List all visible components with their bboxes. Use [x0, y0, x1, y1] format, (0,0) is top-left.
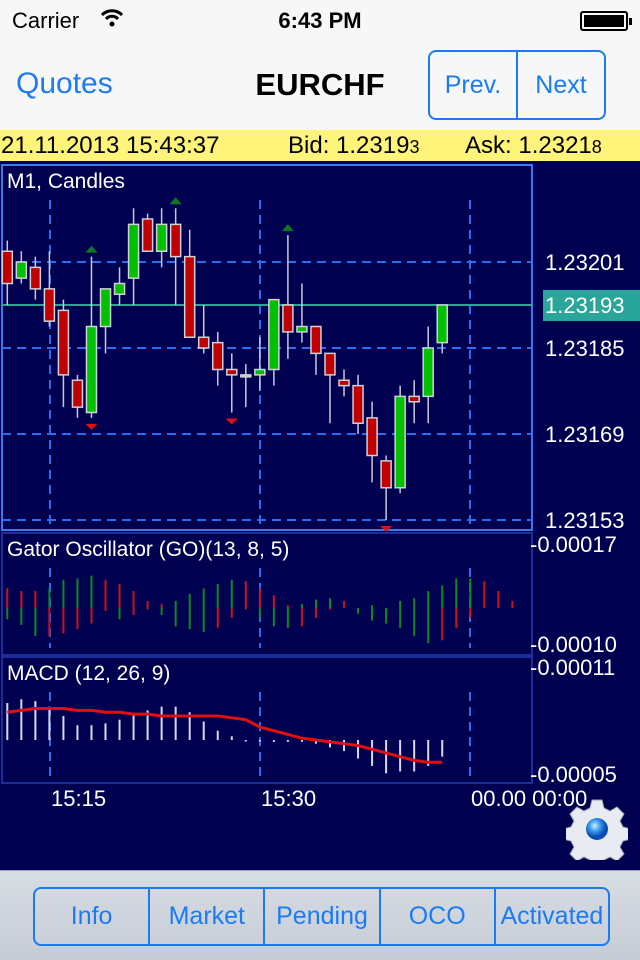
time-tick: 15:15	[51, 786, 107, 811]
candle-body	[240, 374, 252, 378]
candle-body	[197, 336, 210, 349]
next-button[interactable]: Next	[516, 52, 604, 118]
tab-market[interactable]: Market	[148, 889, 263, 944]
tab-pending[interactable]: Pending	[263, 889, 378, 944]
candle-body	[268, 298, 280, 371]
main-panel-title: M1, Candles	[7, 170, 125, 193]
candle-body	[408, 395, 420, 403]
price-tick: 1.23153	[545, 508, 625, 533]
candle-body	[338, 379, 350, 387]
fractal-up-arrow	[281, 224, 294, 232]
candle-body	[1, 250, 14, 285]
candle-body	[99, 288, 112, 328]
battery-icon	[580, 11, 632, 31]
candle-body	[155, 223, 168, 252]
price-tick: 1.23201	[545, 250, 625, 275]
tab-activated[interactable]: Activated	[493, 889, 608, 944]
candle-body	[85, 325, 98, 414]
candle-body	[183, 255, 196, 338]
ask-price: Ask: 1.23218	[465, 132, 602, 160]
candle-body	[296, 325, 308, 333]
tab-oco[interactable]: OCO	[378, 889, 494, 944]
quotes-back-button[interactable]: Quotes	[16, 67, 113, 101]
macd-tick: -0.00011	[530, 655, 616, 680]
current-price-tag: 1.23193	[543, 290, 640, 321]
candle-body	[422, 347, 434, 398]
time-tick: 15:30	[261, 786, 317, 811]
bid-pip: 3	[409, 137, 420, 157]
bid-label: Bid:	[288, 132, 330, 159]
bid-price: Bid: 1.23193	[288, 132, 419, 160]
quote-datetime: 21.11.2013 15:43:37	[1, 132, 220, 159]
candle-body	[43, 288, 56, 322]
fractal-down-arrow	[85, 423, 98, 430]
navigation-bar: Quotes EURCHF Prev. Next	[0, 40, 640, 130]
ask-main: 1.2321	[518, 132, 592, 159]
tab-info[interactable]: Info	[35, 889, 148, 944]
candle-body	[15, 261, 28, 279]
bid-main: 1.2319	[336, 132, 410, 159]
candle-body	[352, 384, 364, 424]
prev-next-segmented-control: Prev. Next	[428, 50, 606, 120]
order-tabs: Info Market Pending OCO Activated	[33, 887, 610, 946]
fractal-down-arrow	[225, 418, 238, 425]
quote-bar: 21.11.2013 15:43:37 Bid: 1.23193 Ask: 1.…	[0, 130, 640, 161]
macd-signal-line	[7, 707, 443, 764]
price-tick: 1.23169	[545, 422, 625, 447]
candle-body	[226, 368, 238, 376]
candle-body	[141, 218, 154, 252]
candle-body	[282, 304, 294, 333]
macd-tick: -0.00005	[530, 762, 617, 787]
ask-pip: 8	[591, 137, 602, 157]
ask-label: Ask:	[465, 132, 512, 159]
candle-body	[310, 325, 322, 355]
status-bar: Carrier 6:43 PM	[0, 0, 640, 40]
candle-body	[29, 266, 42, 290]
candle-body	[436, 304, 448, 344]
bottom-toolbar: Info Market Pending OCO Activated	[0, 870, 640, 960]
candle-body	[71, 379, 84, 408]
candle-body	[254, 368, 266, 376]
price-tick: 1.23185	[545, 336, 625, 361]
candle-body	[127, 223, 140, 279]
candle-body	[212, 341, 224, 371]
candle-body	[394, 395, 406, 489]
candle-body	[57, 309, 70, 376]
prev-button[interactable]: Prev.	[430, 52, 516, 118]
clock: 6:43 PM	[278, 8, 362, 33]
macd-panel-title: MACD (12, 26, 9)	[7, 662, 171, 685]
gator-tick: -0.00017	[530, 532, 617, 557]
fractal-up-arrow	[85, 245, 98, 253]
candle-body	[380, 460, 392, 489]
candle-body	[324, 352, 336, 376]
candle-body	[169, 223, 182, 258]
chart-settings-gear-icon[interactable]	[562, 798, 632, 869]
candle-body	[113, 282, 126, 295]
candle-body	[366, 417, 378, 457]
gator-panel-title: Gator Oscillator (GO)(13, 8, 5)	[7, 538, 290, 561]
fractal-up-arrow	[169, 197, 182, 205]
